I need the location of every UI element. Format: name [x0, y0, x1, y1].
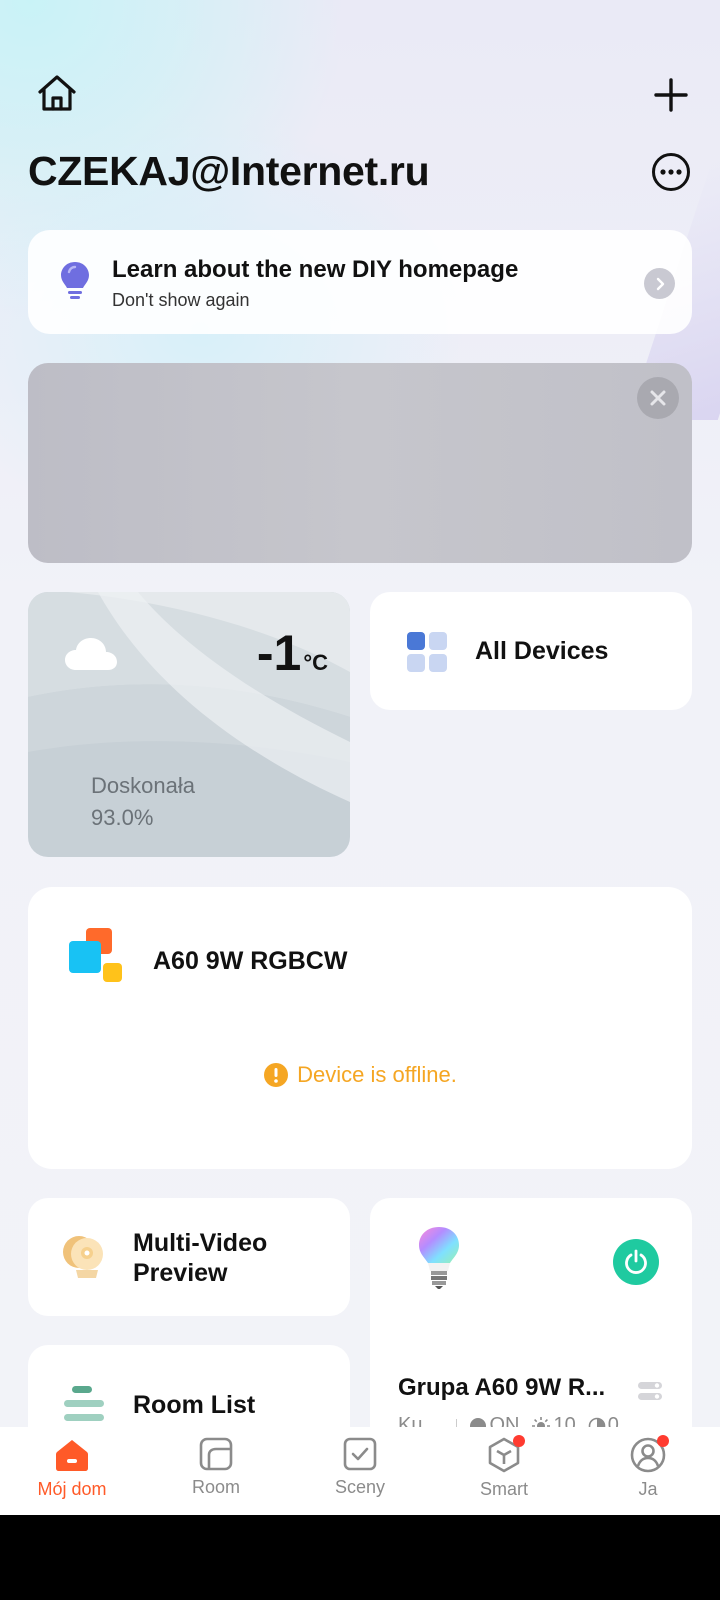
room-icon — [199, 1437, 233, 1471]
smart-badge — [513, 1435, 525, 1447]
nav-item-room[interactable]: Room — [144, 1427, 288, 1515]
system-navigation-bar — [0, 1515, 720, 1600]
home-title[interactable]: CZEKAJ@Internet.ru — [28, 148, 430, 195]
promo-banner[interactable] — [28, 363, 692, 563]
weather-card[interactable]: -1 °C Doskonała 93.0% — [28, 592, 350, 857]
nav-label-me: Ja — [638, 1479, 658, 1499]
all-devices-card[interactable]: All Devices — [370, 592, 692, 710]
tip-title: Learn about the new DIY homepage — [112, 256, 519, 283]
temperature-unit: °C — [303, 650, 328, 675]
plus-icon — [654, 78, 688, 112]
device-card[interactable]: A60 9W RGBCW Device is offline. — [28, 887, 692, 1169]
room-list-card[interactable]: Room List — [28, 1345, 350, 1427]
diy-tip-card[interactable]: Learn about the new DIY homepage Don't s… — [28, 230, 692, 334]
power-small-icon — [470, 1417, 487, 1427]
brightness-value: 10 — [553, 1414, 576, 1427]
saturation-icon — [588, 1417, 606, 1427]
nav-label-smart: Smart — [479, 1479, 528, 1499]
divider — [456, 1418, 458, 1427]
bottom-nav: Mój dom Room Sceny Smart Ja — [0, 1427, 720, 1515]
more-dots-icon — [652, 153, 690, 191]
more-button[interactable] — [650, 151, 692, 193]
power-state: ON — [489, 1414, 520, 1427]
close-icon[interactable] — [637, 377, 679, 419]
nav-item-home[interactable]: Mój dom — [0, 1427, 144, 1515]
offline-status: Device is offline. — [297, 1062, 457, 1087]
nav-label-scenes: Sceny — [334, 1477, 386, 1497]
group-name: Grupa A60 9W R... — [398, 1374, 606, 1401]
toggle-icon[interactable] — [638, 1381, 662, 1401]
grid-icon — [406, 631, 448, 673]
nav-label-room: Room — [191, 1477, 240, 1497]
all-devices-label: All Devices — [475, 637, 609, 665]
nav-item-scenes[interactable]: Sceny — [288, 1427, 432, 1515]
room-list-label: Room List — [133, 1391, 256, 1419]
warning-icon — [264, 1063, 289, 1087]
group-device-card[interactable]: Grupa A60 9W R... Ku ON 10 0 — [370, 1198, 692, 1427]
rgb-bulb-icon — [418, 1226, 460, 1290]
chevron-right-icon[interactable] — [644, 268, 675, 299]
room-name: Ku — [398, 1414, 423, 1427]
power-icon[interactable] — [613, 1239, 659, 1285]
color-squares-icon — [68, 927, 124, 983]
multi-video-label: Multi-Video Preview — [133, 1229, 268, 1287]
list-lines-icon — [64, 1385, 104, 1427]
home-icon[interactable] — [32, 70, 82, 116]
camera-icon — [62, 1234, 106, 1280]
device-name: A60 9W RGBCW — [153, 947, 348, 975]
home-filled-icon — [56, 1440, 88, 1471]
saturation-value: 0 — [607, 1414, 619, 1427]
group-status-row: Ku ON 10 0 — [398, 1414, 619, 1427]
cloud-icon — [64, 636, 118, 672]
brightness-icon — [532, 1416, 551, 1427]
weather-condition: Doskonała — [91, 773, 195, 798]
temperature-value: -1 — [256, 625, 302, 681]
multi-video-card[interactable]: Multi-Video Preview — [28, 1198, 350, 1316]
add-button[interactable] — [648, 72, 694, 118]
nav-item-smart[interactable]: Smart — [432, 1427, 576, 1515]
humidity-value: 93.0% — [91, 805, 154, 830]
nav-label-home: Mój dom — [37, 1479, 107, 1499]
me-badge — [657, 1435, 669, 1447]
nav-item-me[interactable]: Ja — [576, 1427, 720, 1515]
lightbulb-icon — [58, 260, 92, 302]
dont-show-again-link[interactable]: Don't show again — [112, 290, 518, 311]
checkbox-icon — [343, 1437, 377, 1471]
